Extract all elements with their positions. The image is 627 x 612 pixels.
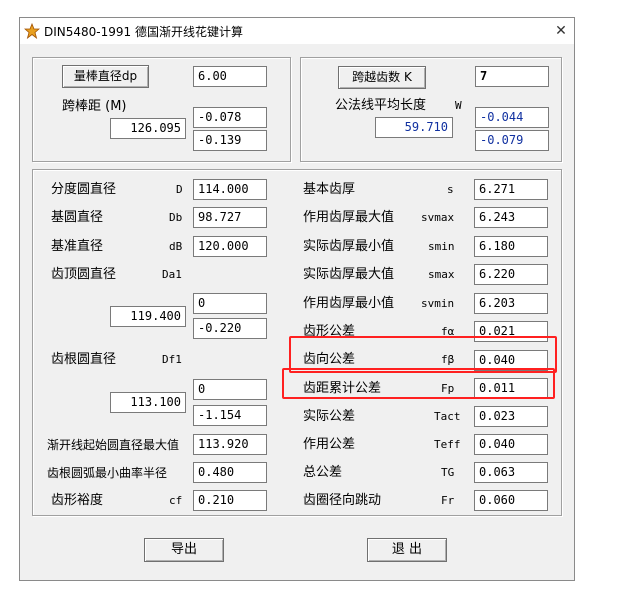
- actual-thickness-max-field[interactable]: 6.220: [474, 264, 548, 285]
- effective-tolerance-field[interactable]: 0.040: [474, 434, 548, 455]
- actual-thickness-max-symbol: smax: [428, 268, 455, 281]
- root-diameter-lower-deviation-field[interactable]: -1.154: [193, 405, 267, 426]
- actual-thickness-min-symbol: smin: [428, 240, 455, 253]
- tip-diameter-field[interactable]: 119.400: [110, 306, 186, 327]
- span-value-field[interactable]: 126.095: [110, 118, 186, 139]
- effective-thickness-min-label: 作用齿厚最小值: [303, 296, 395, 311]
- effective-thickness-min-symbol: svmin: [421, 297, 455, 310]
- root-diameter-upper-deviation-field[interactable]: 0: [193, 379, 267, 400]
- form-clearance-field[interactable]: 0.210: [193, 490, 267, 511]
- base-diameter-field[interactable]: 98.727: [193, 207, 267, 228]
- span-lower-deviation-field[interactable]: -0.139: [193, 130, 267, 151]
- app-window: DIN5480-1991 德国渐开线花键计算 ✕ 量棒直径dp 6.00 跨棒距…: [19, 17, 575, 581]
- export-button[interactable]: 导出: [144, 538, 224, 562]
- base-diameter-symbol: Db: [169, 211, 183, 224]
- total-tolerance-symbol: TG: [441, 466, 455, 479]
- effective-tolerance-symbol: Teff: [434, 438, 461, 451]
- title-bar: DIN5480-1991 德国渐开线花键计算 ✕: [20, 18, 574, 44]
- tooth-thickness-label: 基本齿厚: [303, 182, 356, 197]
- root-fillet-radius-field[interactable]: 0.480: [193, 462, 267, 483]
- actual-thickness-min-field[interactable]: 6.180: [474, 236, 548, 257]
- span-label: 跨棒距 (M): [62, 99, 127, 114]
- form-clearance-label: 齿形裕度: [51, 493, 104, 508]
- reference-diameter-field[interactable]: 120.000: [193, 236, 267, 257]
- teeth-span-field[interactable]: 7: [475, 66, 549, 87]
- highlight-cumulative-pitch-tolerance: [282, 368, 555, 399]
- pitch-diameter-symbol: D: [176, 183, 183, 196]
- base-diameter-label: 基圆直径: [51, 210, 104, 225]
- base-tangent-label: 公法线平均长度: [335, 98, 427, 113]
- tooth-thickness-field[interactable]: 6.271: [474, 179, 548, 200]
- pin-diameter-button[interactable]: 量棒直径dp: [62, 65, 149, 88]
- exit-button[interactable]: 退 出: [367, 538, 447, 562]
- actual-tolerance-label: 实际公差: [303, 409, 356, 424]
- root-diameter-label: 齿根圆直径: [51, 352, 117, 367]
- actual-tolerance-symbol: Tact: [434, 410, 461, 423]
- base-tangent-value-field[interactable]: 59.710: [375, 117, 453, 138]
- tip-diameter-lower-deviation-field[interactable]: -0.220: [193, 318, 267, 339]
- measurement-over-pins-panel: 量棒直径dp 6.00 跨棒距 (M) 126.095 -0.078 -0.13…: [32, 57, 291, 162]
- root-diameter-symbol: Df1: [162, 353, 182, 366]
- involute-start-diameter-field[interactable]: 113.920: [193, 434, 267, 455]
- reference-diameter-symbol: dB: [169, 240, 183, 253]
- effective-thickness-min-field[interactable]: 6.203: [474, 293, 548, 314]
- pitch-diameter-field[interactable]: 114.000: [193, 179, 267, 200]
- base-tangent-lower-deviation-field[interactable]: -0.079: [475, 130, 549, 151]
- effective-tolerance-label: 作用公差: [303, 437, 356, 452]
- effective-thickness-max-symbol: svmax: [421, 211, 455, 224]
- teeth-span-button[interactable]: 跨越齿数 K: [338, 66, 426, 89]
- actual-thickness-max-label: 实际齿厚最大值: [303, 267, 395, 282]
- base-tangent-symbol: W: [455, 99, 462, 112]
- total-tolerance-label: 总公差: [303, 465, 343, 480]
- runout-label: 齿圈径向跳动: [303, 493, 382, 508]
- runout-symbol: Fr: [441, 494, 455, 507]
- close-button[interactable]: ✕: [548, 18, 574, 44]
- pitch-diameter-label: 分度圆直径: [51, 182, 117, 197]
- tip-diameter-symbol: Da1: [162, 268, 182, 281]
- effective-thickness-max-field[interactable]: 6.243: [474, 207, 548, 228]
- span-measurement-panel: 跨越齿数 K 7 公法线平均长度 W 59.710 -0.044 -0.079: [300, 57, 562, 162]
- tip-diameter-upper-deviation-field[interactable]: 0: [193, 293, 267, 314]
- app-icon: [24, 23, 40, 39]
- actual-tolerance-field[interactable]: 0.023: [474, 406, 548, 427]
- total-tolerance-field[interactable]: 0.063: [474, 462, 548, 483]
- base-tangent-upper-deviation-field[interactable]: -0.044: [475, 107, 549, 128]
- actual-thickness-min-label: 实际齿厚最小值: [303, 239, 395, 254]
- runout-field[interactable]: 0.060: [474, 490, 548, 511]
- root-fillet-radius-label: 齿根圆弧最小曲率半径: [47, 466, 168, 480]
- root-diameter-field[interactable]: 113.100: [110, 392, 186, 413]
- pin-diameter-field[interactable]: 6.00: [193, 66, 267, 87]
- form-clearance-symbol: cf: [169, 494, 183, 507]
- span-upper-deviation-field[interactable]: -0.078: [193, 107, 267, 128]
- involute-start-diameter-label: 渐开线起始圆直径最大值: [47, 438, 180, 452]
- window-title: DIN5480-1991 德国渐开线花键计算: [44, 25, 243, 39]
- tooth-thickness-symbol: s: [447, 183, 454, 196]
- tip-diameter-label: 齿顶圆直径: [51, 267, 117, 282]
- effective-thickness-max-label: 作用齿厚最大值: [303, 210, 395, 225]
- reference-diameter-label: 基准直径: [51, 239, 104, 254]
